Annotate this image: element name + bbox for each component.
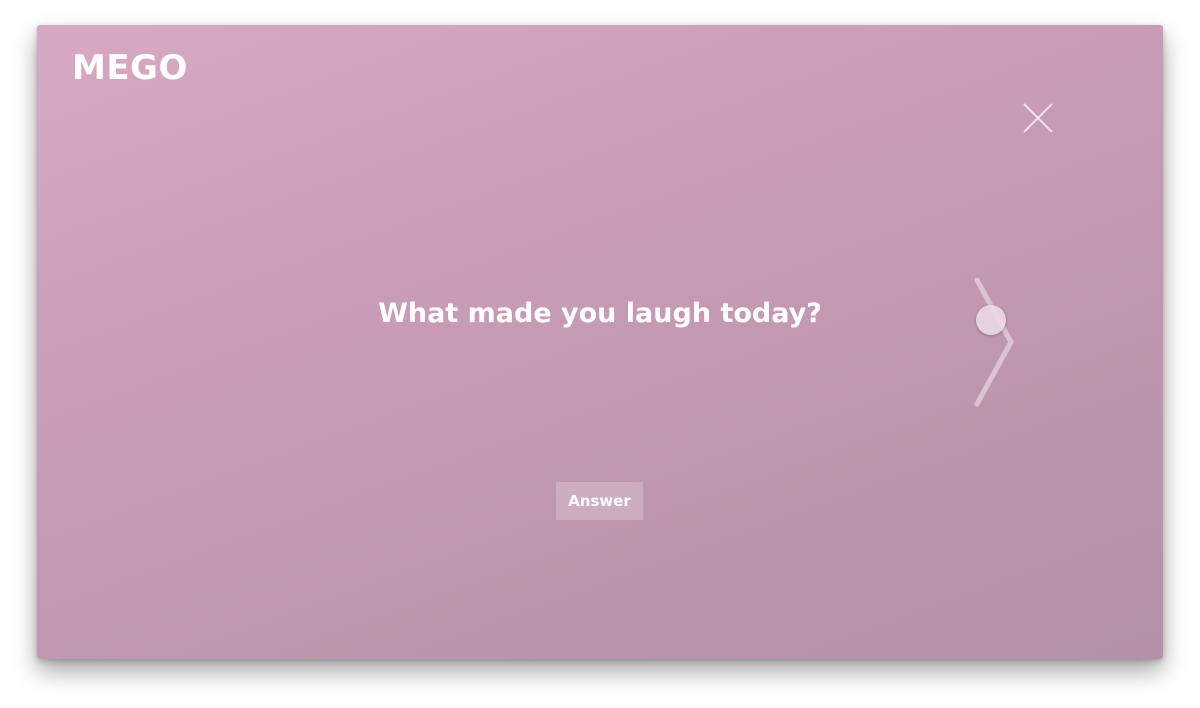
prompt-card: MEGO What made you laugh today? Answer xyxy=(37,25,1163,659)
app-logo: MEGO xyxy=(72,48,188,88)
close-icon xyxy=(1023,103,1053,133)
next-button[interactable] xyxy=(967,275,1017,410)
answer-button[interactable]: Answer xyxy=(556,482,643,520)
close-button[interactable] xyxy=(1021,101,1055,135)
drag-handle[interactable] xyxy=(976,305,1006,335)
chevron-right-icon xyxy=(974,277,1014,407)
